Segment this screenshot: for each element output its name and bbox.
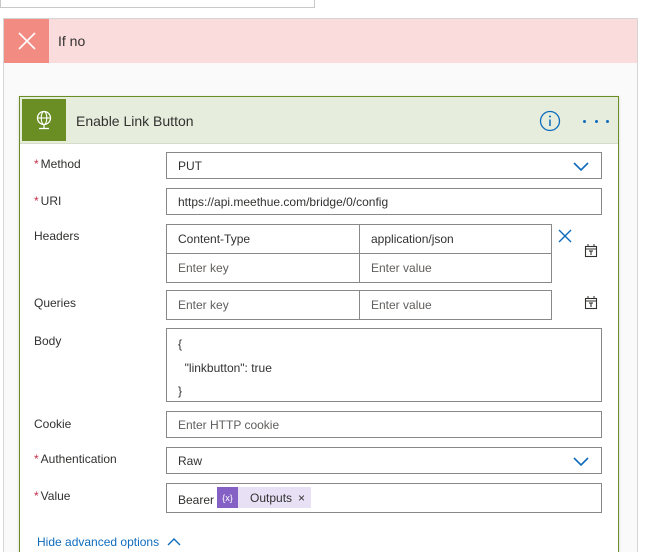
close-icon[interactable] [557, 228, 573, 244]
token-remove-button[interactable]: × [298, 491, 311, 505]
branch-title: If no [58, 33, 86, 49]
headers-label: Headers [34, 229, 80, 243]
dynamic-content-token[interactable]: {x} Outputs × [217, 487, 312, 508]
cookie-label: Cookie [34, 417, 72, 431]
method-value: PUT [178, 159, 202, 173]
chevron-down-icon [573, 162, 589, 172]
value-label: * Value [34, 489, 70, 503]
query-value-input[interactable]: Enter value [359, 291, 551, 319]
body-line: "linkbutton": true [178, 361, 272, 375]
value-input[interactable]: Bearer {x} Outputs × [166, 483, 602, 513]
chevron-up-icon [167, 538, 181, 546]
authentication-label-text: Authentication [40, 452, 117, 466]
action-title: Enable Link Button [76, 113, 194, 129]
cookie-placeholder: Enter HTTP cookie [178, 418, 280, 432]
authentication-label: * Authentication [34, 452, 117, 466]
uri-value: https://api.meethue.com/bridge/0/config [178, 195, 389, 209]
info-icon[interactable] [539, 110, 561, 132]
required-asterisk: * [34, 452, 39, 466]
value-prefix: Bearer [178, 493, 215, 507]
headers-table: Content-Type application/json Enter key … [166, 224, 552, 283]
query-new-row: Enter key Enter value [167, 291, 551, 319]
header-key-input[interactable]: Content-Type [167, 225, 359, 253]
body-editor[interactable]: { "linkbutton": true } [166, 328, 602, 402]
body-label: Body [34, 334, 62, 348]
query-key-input[interactable]: Enter key [167, 291, 359, 319]
uri-label-text: URI [40, 194, 62, 208]
header-new-row: Enter key Enter value [167, 253, 551, 282]
branch-header[interactable]: If no [4, 19, 637, 63]
queries-label: Queries [34, 296, 77, 310]
body-line: { [178, 337, 183, 351]
header-row: Content-Type application/json [167, 225, 551, 253]
dot [594, 119, 598, 123]
value-label-text: Value [40, 489, 71, 503]
required-asterisk: * [34, 489, 39, 503]
required-asterisk: * [34, 194, 39, 208]
cookie-input[interactable]: Enter HTTP cookie [166, 411, 602, 438]
text-mode-icon[interactable] [583, 243, 599, 259]
chevron-down-icon [573, 457, 589, 467]
method-label: * Method [34, 157, 81, 171]
uri-label: * URI [34, 194, 61, 208]
method-dropdown[interactable]: PUT [166, 152, 602, 179]
http-action-card: Enable Link Button * Method PUT * URI ht… [19, 96, 619, 552]
close-icon [4, 19, 49, 63]
header-new-value-input[interactable]: Enter value [359, 254, 551, 282]
hide-advanced-options-link[interactable]: Hide advanced options [37, 535, 181, 549]
hide-advanced-label: Hide advanced options [37, 535, 160, 549]
header-new-key-input[interactable]: Enter key [167, 254, 359, 282]
more-options-icon[interactable] [583, 110, 609, 132]
header-value-input[interactable]: application/json [359, 225, 551, 253]
body-line: } [178, 384, 183, 398]
action-header[interactable]: Enable Link Button [20, 97, 618, 144]
dot [606, 119, 609, 123]
text-mode-icon[interactable] [583, 295, 599, 311]
queries-table: Enter key Enter value [166, 290, 552, 320]
uri-input[interactable]: https://api.meethue.com/bridge/0/config [166, 188, 602, 215]
dot [583, 119, 586, 123]
required-asterisk: * [34, 157, 39, 171]
expression-icon: {x} [217, 487, 238, 508]
authentication-dropdown[interactable]: Raw [166, 447, 602, 474]
previous-card-edge [0, 0, 315, 8]
token-label: Outputs [250, 490, 293, 505]
authentication-value: Raw [178, 454, 203, 468]
method-label-text: Method [40, 157, 81, 171]
flow-designer-canvas: If no Enable Link Button * Method PUT * … [0, 0, 648, 552]
globe-icon [22, 99, 66, 141]
